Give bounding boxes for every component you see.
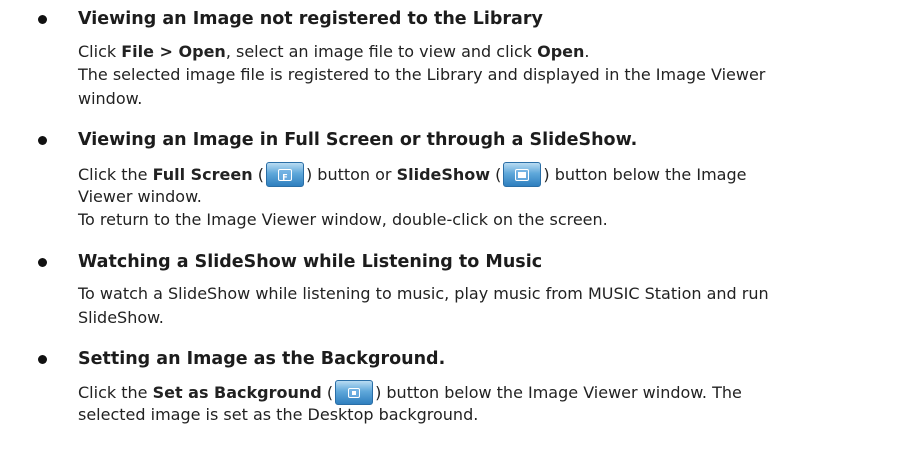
- slideshow-icon: [515, 168, 530, 181]
- set-as-background-button: [335, 380, 374, 405]
- paragraph-line: selected image is set as the Desktop bac…: [78, 405, 479, 424]
- paragraph-line: SlideShow.: [78, 308, 164, 327]
- set-as-background-icon: [348, 387, 361, 398]
- bullet-icon: [38, 258, 47, 267]
- paragraph-line: Click File > Open, select an image file …: [78, 42, 590, 61]
- bullet-icon: [38, 15, 47, 24]
- section-heading: Watching a SlideShow while Listening to …: [78, 252, 543, 272]
- paragraph-line: Viewer window.: [78, 187, 202, 206]
- full-screen-button: F: [265, 162, 304, 187]
- paragraph-line: To watch a SlideShow while listening to …: [78, 284, 769, 303]
- bullet-icon: [38, 136, 47, 145]
- paragraph-line: To return to the Image Viewer window, do…: [78, 210, 608, 229]
- paragraph-line: Click the Full Screen (F) button or Slid…: [78, 162, 746, 187]
- paragraph-line: Click the Set as Background () button be…: [78, 380, 742, 405]
- section-heading: Viewing an Image not registered to the L…: [78, 9, 543, 29]
- bullet-icon: [38, 355, 47, 364]
- full-screen-icon: F: [277, 168, 292, 182]
- section-heading: Setting an Image as the Background.: [78, 349, 446, 369]
- slideshow-button: [503, 162, 542, 187]
- paragraph-line: The selected image file is registered to…: [78, 65, 766, 84]
- section-heading: Viewing an Image in Full Screen or throu…: [78, 130, 638, 150]
- paragraph-line: window.: [78, 89, 143, 108]
